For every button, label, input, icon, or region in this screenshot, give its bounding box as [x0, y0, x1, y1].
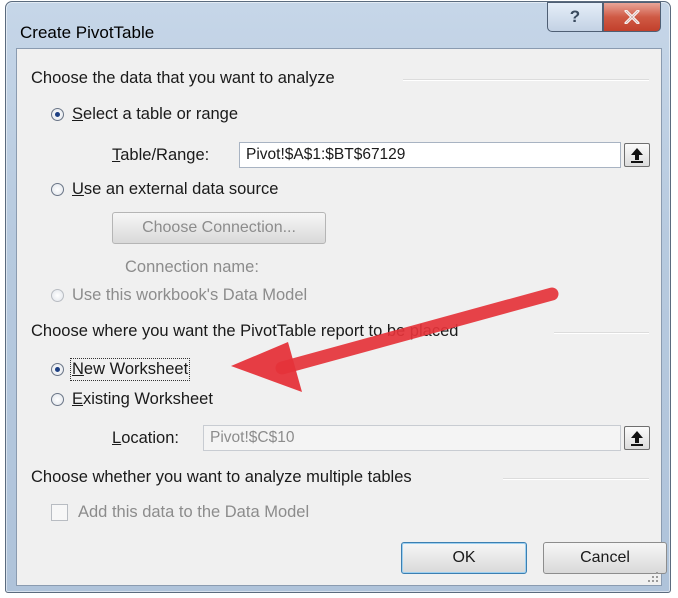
external-source-radio[interactable]: Use an external data source [51, 180, 278, 199]
collapse-dialog-icon [631, 431, 643, 446]
dialog-body: Choose the data that you want to analyze… [16, 48, 667, 586]
table-range-label: Table/Range: [112, 146, 210, 164]
collapse-dialog-icon [631, 148, 643, 163]
add-to-data-model-label: Add this data to the Data Model [78, 503, 310, 521]
data-group-heading: Choose the data that you want to analyze [31, 69, 335, 87]
existing-worksheet-radio[interactable]: Existing Worksheet [51, 390, 213, 409]
radio-selected-icon [51, 108, 64, 121]
group-divider [554, 332, 649, 334]
radio-unselected-icon [51, 183, 64, 196]
connection-name-label: Connection name: [125, 258, 259, 276]
dialog-title: Create PivotTable [20, 23, 155, 42]
cancel-button[interactable]: Cancel [543, 542, 667, 574]
group-divider [403, 79, 649, 81]
choose-connection-button[interactable]: Choose Connection... [112, 212, 326, 244]
table-range-collapse-button[interactable] [624, 143, 650, 167]
help-icon: ? [569, 7, 581, 26]
external-source-label: Use an external data source [72, 180, 279, 198]
add-to-data-model-checkbox[interactable]: Add this data to the Data Model [51, 503, 309, 522]
radio-selected-icon [51, 363, 64, 376]
placement-group-heading: Choose where you want the PivotTable rep… [31, 322, 459, 340]
create-pivottable-dialog: Create PivotTable ? Choose the data that… [5, 1, 671, 593]
existing-worksheet-label: Existing Worksheet [72, 390, 213, 408]
new-worksheet-label: New Worksheet [69, 358, 191, 381]
title-bar[interactable]: Create PivotTable ? [6, 2, 670, 46]
close-icon [624, 10, 640, 24]
checkbox-icon [51, 504, 68, 521]
table-range-input[interactable]: Pivot!$A$1:$BT$67129 [239, 142, 621, 168]
radio-disabled-icon [51, 289, 64, 302]
close-button[interactable] [603, 2, 661, 32]
radio-unselected-icon [51, 393, 64, 406]
location-collapse-button[interactable] [624, 426, 650, 450]
help-button[interactable]: ? [547, 2, 603, 32]
location-input[interactable]: Pivot!$C$10 [203, 425, 621, 451]
data-model-label: Use this workbook's Data Model [72, 286, 308, 304]
resize-grip-icon[interactable] [647, 571, 659, 583]
new-worksheet-radio[interactable]: New Worksheet [51, 358, 191, 381]
ok-button[interactable]: OK [401, 542, 527, 574]
select-range-radio[interactable]: Select a table or range [51, 105, 238, 124]
select-range-label: Select a table or range [72, 105, 239, 123]
group-divider [503, 478, 649, 480]
location-label: Location: [112, 429, 179, 447]
data-model-radio[interactable]: Use this workbook's Data Model [51, 286, 307, 305]
multi-table-group-heading: Choose whether you want to analyze multi… [31, 468, 412, 486]
